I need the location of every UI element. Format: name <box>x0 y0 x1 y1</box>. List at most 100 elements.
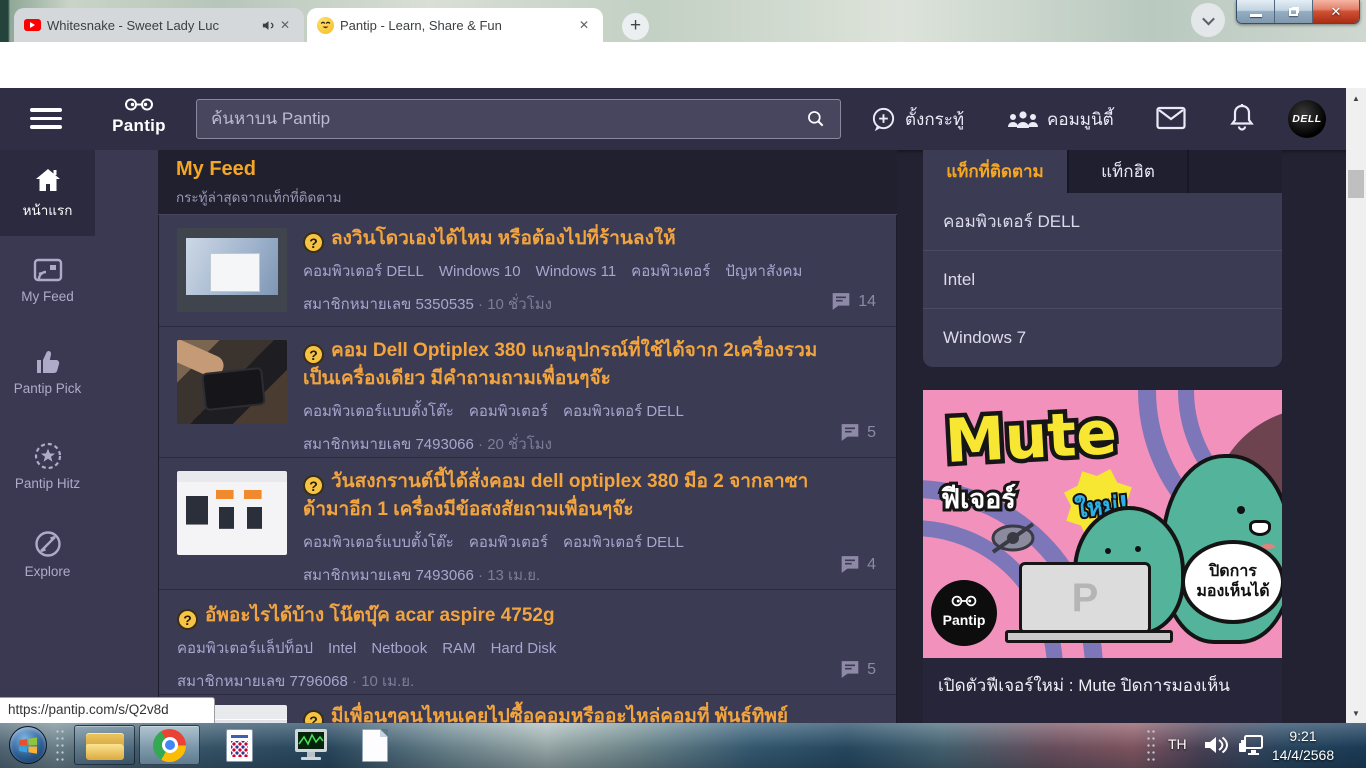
tag-link[interactable]: คอมพิวเตอร์ DELL <box>563 534 684 551</box>
post-title[interactable]: ? อัพอะไรได้บ้าง โน๊ตบุ๊ค acar aspire 475… <box>177 602 824 630</box>
mute-feature-banner[interactable]: Mute ฟีเจอร์ ใหม่! P ปิดการ มองเห็นได้ P… <box>923 390 1282 658</box>
comment-count[interactable]: 4 <box>840 555 876 574</box>
user-avatar[interactable]: DELL <box>1288 100 1326 138</box>
post-title[interactable]: ? คอม Dell Optiplex 380 แกะอุปกรณ์ที่ใช้ไ… <box>303 337 824 393</box>
post-author[interactable]: สมาชิกหมายเลข 5350535 <box>303 296 474 313</box>
tag-link[interactable]: คอมพิวเตอร์แบบตั้งโต๊ะ <box>303 403 454 420</box>
feed-item[interactable]: ? คอม Dell Optiplex 380 แกะอุปกรณ์ที่ใช้ไ… <box>159 327 896 458</box>
tag-link[interactable]: คอมพิวเตอร์ <box>469 403 548 420</box>
windows-taskbar: TH 9:21 14/4/2568 <box>0 723 1366 768</box>
window-close-button[interactable]: ✕ <box>1313 0 1359 23</box>
tag-link[interactable]: คอมพิวเตอร์ <box>631 263 710 280</box>
post-title[interactable]: ? ลงวินโดวเองได้ไหม หรือต้องไปที่ร้านลงให… <box>303 225 824 253</box>
taskbar-grip[interactable] <box>55 728 66 763</box>
post-author[interactable]: สมาชิกหมายเลข 7493066 <box>303 567 474 584</box>
start-button[interactable] <box>9 726 47 764</box>
browser-tab-pantip[interactable]: Pantip - Learn, Share & Fun ✕ <box>307 8 603 42</box>
messages-button[interactable] <box>1156 106 1186 135</box>
post-thumbnail[interactable] <box>177 228 287 312</box>
hamburger-menu-icon[interactable] <box>30 108 62 134</box>
tag-link[interactable]: Windows 11 <box>536 263 617 280</box>
post-title[interactable]: ? วันสงกรานต์นี้ได้สั่งคอม dell optiplex … <box>303 468 824 524</box>
screen: Whitesnake - Sweet Lady Luc ✕ Pantip - L… <box>0 0 1366 768</box>
tab-search-button[interactable] <box>1191 3 1225 37</box>
clock-date: 14/4/2568 <box>1271 747 1335 763</box>
taskbar-document-icon[interactable] <box>362 729 388 762</box>
language-indicator[interactable]: TH <box>1168 736 1187 752</box>
post-meta: สมาชิกหมายเลข 7796068 · 10 เม.ย. <box>177 673 415 690</box>
page-scrollbar[interactable]: ▲ ▼ <box>1346 88 1366 723</box>
taskbar-monitor-icon[interactable] <box>293 729 329 761</box>
community-button[interactable]: คอมมูนิตี้ <box>1007 88 1114 150</box>
question-topic-icon: ? <box>303 710 324 723</box>
question-topic-icon: ? <box>303 344 324 365</box>
bell-icon <box>1230 104 1254 131</box>
window-minimize-button[interactable] <box>1237 0 1275 23</box>
sidebar-item-myfeed[interactable]: My Feed <box>0 257 95 304</box>
site-logo[interactable]: Pantip <box>108 98 170 136</box>
new-tab-button[interactable]: + <box>622 13 649 40</box>
tag-row[interactable]: Windows 7 <box>923 309 1282 367</box>
feed-item[interactable]: ? มีเพื่อนๆคนไหนเคยไปซื้อคอมหรืออะไหล่คอม… <box>159 695 896 723</box>
banner-caption[interactable]: เปิดตัวฟีเจอร์ใหม่ : Mute ปิดการมองเห็น <box>923 658 1282 723</box>
new-topic-button[interactable]: ตั้งกระทู้ <box>870 88 964 150</box>
site-search-box[interactable] <box>196 99 841 139</box>
feed-icon <box>33 258 62 282</box>
tab-bar-filler <box>1187 150 1282 193</box>
tag-row[interactable]: Intel <box>923 251 1282 309</box>
notifications-button[interactable] <box>1228 103 1256 138</box>
tag-link[interactable]: Intel <box>328 640 356 657</box>
compass-icon <box>34 531 61 557</box>
post-author[interactable]: สมาชิกหมายเลข 7796068 <box>177 673 348 690</box>
comment-icon <box>841 424 859 441</box>
taskbar-chrome-button[interactable] <box>139 725 200 765</box>
post-author[interactable]: สมาชิกหมายเลข 7493066 <box>303 436 474 453</box>
sidebar-item-explore[interactable]: Explore <box>0 530 95 579</box>
tag-link[interactable]: Netbook <box>371 640 427 657</box>
tab-close-icon[interactable]: ✕ <box>575 16 593 34</box>
site-logo-text: Pantip <box>112 116 166 135</box>
pantip-page: Pantip ตั้งกระทู้ <box>0 88 1366 723</box>
feed-item[interactable]: ? อัพอะไรได้บ้าง โน๊ตบุ๊ค acar aspire 475… <box>159 590 896 695</box>
post-thumbnail[interactable] <box>177 471 287 555</box>
scroll-up-button[interactable]: ▲ <box>1346 88 1366 108</box>
taskbar-app-file-icon[interactable] <box>226 729 253 762</box>
post-thumbnail[interactable] <box>177 340 287 424</box>
tag-link[interactable]: Hard Disk <box>491 640 557 657</box>
comment-count[interactable]: 14 <box>831 292 876 311</box>
taskbar-clock[interactable]: 9:21 14/4/2568 <box>1248 727 1358 765</box>
sidebar-item-pantip-pick[interactable]: Pantip Pick <box>0 349 95 396</box>
tab-followed-tags[interactable]: แท็กที่ติดตาม <box>923 150 1067 193</box>
tab-title: Pantip - Learn, Share & Fun <box>340 17 502 33</box>
comment-count[interactable]: 5 <box>840 423 876 442</box>
tag-link[interactable]: คอมพิวเตอร์ <box>469 534 548 551</box>
taskbar-explorer-button[interactable] <box>74 725 135 765</box>
post-title[interactable]: ? มีเพื่อนๆคนไหนเคยไปซื้อคอมหรืออะไหล่คอม… <box>303 703 824 723</box>
volume-icon[interactable] <box>1203 734 1229 761</box>
tab-hit-tags[interactable]: แท็กฮิต <box>1067 150 1187 193</box>
sidebar-item-pantip-hitz[interactable]: Pantip Hitz <box>0 442 95 491</box>
tag-link[interactable]: ปัญหาสังคม <box>725 263 802 280</box>
minimize-icon <box>1249 14 1262 17</box>
feed-item[interactable]: ? ลงวินโดวเองได้ไหม หรือต้องไปที่ร้านลงให… <box>159 215 896 327</box>
comment-count[interactable]: 5 <box>840 660 876 679</box>
tab-close-icon[interactable]: ✕ <box>276 16 294 34</box>
tag-link[interactable]: คอมพิวเตอร์ DELL <box>303 263 424 280</box>
search-icon[interactable] <box>806 109 826 129</box>
tab-audio-icon[interactable] <box>261 18 276 33</box>
scroll-down-button[interactable]: ▼ <box>1346 703 1366 723</box>
tag-link[interactable]: คอมพิวเตอร์แบบตั้งโต๊ะ <box>303 534 454 551</box>
feed-item[interactable]: ? วันสงกรานต์นี้ได้สั่งคอม dell optiplex … <box>159 458 896 590</box>
search-input[interactable] <box>197 109 806 129</box>
scrollbar-thumb[interactable] <box>1348 170 1364 198</box>
left-sidebar: หน้าแรก My Feed Pantip Pick Pantip Hitz … <box>0 150 158 723</box>
tag-link[interactable]: Windows 10 <box>439 263 521 280</box>
window-restore-button[interactable] <box>1275 0 1313 23</box>
tag-link[interactable]: คอมพิวเตอร์แล็ปท็อป <box>177 640 313 657</box>
tray-grip[interactable] <box>1146 728 1157 763</box>
browser-tab-youtube[interactable]: Whitesnake - Sweet Lady Luc ✕ <box>14 8 304 42</box>
tag-row[interactable]: คอมพิวเตอร์ DELL <box>923 193 1282 251</box>
tag-link[interactable]: คอมพิวเตอร์ DELL <box>563 403 684 420</box>
sidebar-item-home[interactable]: หน้าแรก <box>0 167 95 221</box>
tag-link[interactable]: RAM <box>442 640 475 657</box>
